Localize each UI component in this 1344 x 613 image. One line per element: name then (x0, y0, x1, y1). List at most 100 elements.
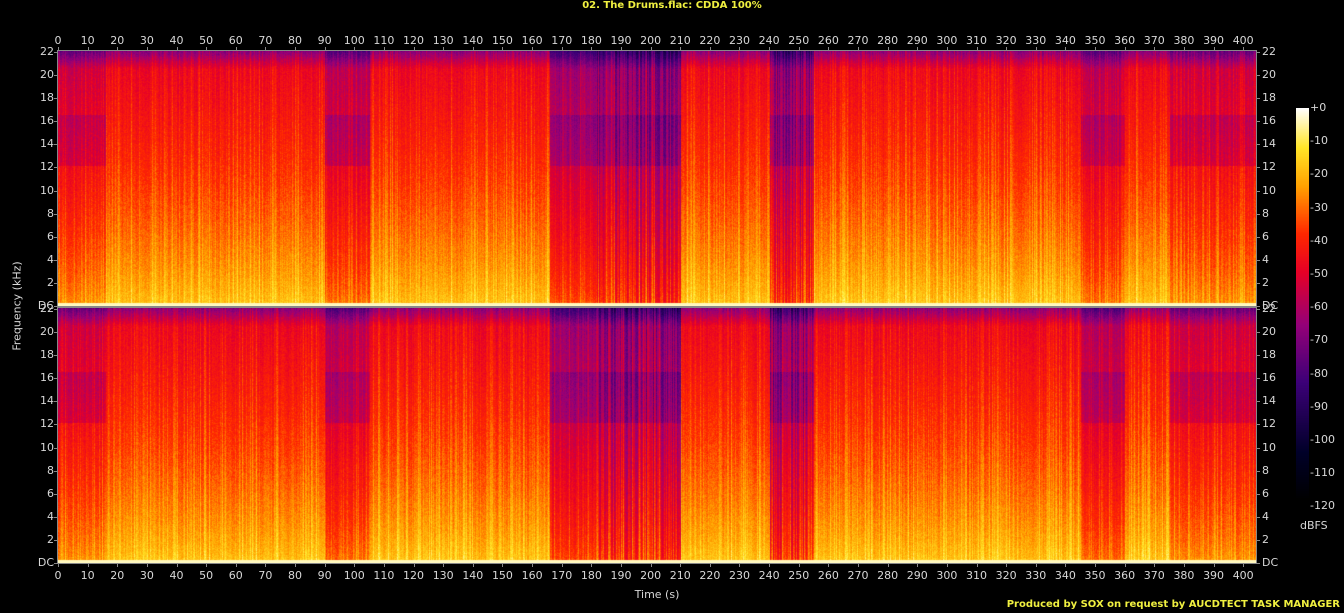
x-tick (1035, 564, 1037, 567)
x-tick (858, 564, 859, 567)
colorbar-tick-label: -30 (1310, 200, 1328, 214)
y-tick (54, 282, 57, 284)
x-tick (413, 47, 415, 50)
y-tick-label-right: 2 (1262, 275, 1269, 289)
colorbar-tick-label: -80 (1310, 366, 1328, 380)
y-tick (54, 493, 57, 495)
x-tick-label-top: 20 (110, 34, 125, 47)
y-tick (1257, 424, 1260, 426)
x-tick-label-top: 330 (1025, 34, 1047, 47)
y-tick-label-right: 12 (1262, 417, 1276, 431)
x-tick (887, 47, 889, 50)
x-axis-label: Time (s) (634, 588, 680, 601)
x-tick (502, 47, 504, 50)
x-tick-label-bottom: 390 (1203, 569, 1225, 582)
x-tick-label-bottom: 360 (1114, 569, 1136, 582)
y-tick-label-right: 2 (1262, 532, 1269, 546)
y-tick-label-left: 2 (47, 275, 54, 289)
x-tick-label-bottom: 400 (1232, 569, 1254, 582)
x-tick-label-bottom: 330 (1025, 569, 1047, 582)
x-tick-label-bottom: 40 (169, 569, 184, 582)
x-tick (1065, 564, 1067, 567)
x-tick (650, 47, 652, 50)
x-tick (117, 47, 119, 50)
x-tick (206, 564, 208, 567)
x-tick-label-top: 90 (317, 34, 332, 47)
x-tick (146, 564, 148, 567)
colorbar-tick-label: -100 (1310, 433, 1335, 446)
x-tick (976, 564, 978, 567)
x-tick (58, 564, 59, 567)
y-tick-label-right: 14 (1262, 137, 1276, 151)
y-tick-label-right: 18 (1262, 91, 1276, 105)
y-tick-label-left: 2 (47, 532, 54, 546)
x-tick (383, 564, 385, 567)
y-tick (1257, 236, 1260, 238)
y-tick-label-left: 6 (47, 229, 54, 243)
x-tick-label-bottom: 380 (1173, 569, 1195, 582)
y-tick (1257, 493, 1260, 495)
x-tick-label-bottom: 320 (995, 569, 1017, 582)
y-tick-label-right: 4 (1262, 252, 1269, 266)
x-tick (1213, 47, 1215, 50)
x-tick (798, 47, 800, 50)
x-tick (1065, 47, 1067, 50)
x-tick-label-bottom: 100 (343, 569, 365, 582)
y-tick (54, 470, 57, 472)
x-tick-label-bottom: 140 (462, 569, 484, 582)
x-tick-label-bottom: 300 (936, 569, 958, 582)
x-tick (591, 47, 593, 50)
y-tick-label-right: 12 (1262, 160, 1276, 174)
y-tick (1257, 306, 1260, 307)
x-tick (206, 47, 208, 50)
x-tick (265, 564, 267, 567)
colorbar-tick-label: +0 (1310, 101, 1327, 114)
x-tick (1183, 47, 1185, 50)
x-tick (235, 47, 237, 50)
y-tick-label-left: 14 (40, 394, 54, 408)
x-tick (917, 47, 919, 50)
x-tick-label-top: 290 (906, 34, 928, 47)
x-tick-label-top: 100 (343, 34, 365, 47)
x-tick-label-top: 180 (580, 34, 602, 47)
x-tick (1095, 564, 1097, 567)
y-tick (1257, 563, 1260, 564)
y-tick (54, 516, 57, 518)
x-tick-label-top: 40 (169, 34, 184, 47)
x-tick-label-top: 200 (640, 34, 662, 47)
x-tick-label-bottom: 20 (110, 569, 125, 582)
x-tick-label-top: 310 (966, 34, 988, 47)
x-tick-label-top: 280 (877, 34, 899, 47)
y-tick (54, 539, 57, 541)
y-tick (1257, 213, 1260, 215)
colorbar-tick-label: -40 (1310, 233, 1328, 247)
colorbar-tick-label: -120 (1310, 499, 1335, 513)
x-tick-label-bottom: 200 (640, 569, 662, 582)
x-tick (1095, 47, 1097, 50)
y-tick-label-left: 6 (47, 486, 54, 500)
x-tick (739, 47, 741, 50)
y-tick (54, 306, 57, 307)
colorbar-tick-label: -70 (1310, 333, 1328, 347)
x-tick (87, 47, 89, 50)
y-tick-label-left: 20 (40, 68, 54, 81)
x-tick (946, 564, 948, 567)
x-tick (917, 564, 919, 567)
x-tick-label-bottom: 150 (491, 569, 513, 582)
y-tick (54, 308, 57, 310)
y-tick (1257, 51, 1260, 53)
x-tick (117, 564, 119, 567)
x-tick (620, 47, 622, 50)
x-tick-label-bottom: 190 (610, 569, 632, 582)
x-tick-label-top: 340 (1054, 34, 1076, 47)
x-tick (1124, 564, 1126, 567)
x-tick (532, 47, 534, 50)
colorbar-tick-label: -20 (1310, 167, 1328, 181)
x-tick-label-top: 140 (462, 34, 484, 47)
x-tick (176, 564, 178, 567)
y-tick (1257, 259, 1260, 261)
x-tick (354, 47, 356, 50)
x-tick-label-bottom: 160 (521, 569, 543, 582)
y-tick (1257, 470, 1260, 472)
colorbar-label: dBFS (1300, 519, 1328, 532)
